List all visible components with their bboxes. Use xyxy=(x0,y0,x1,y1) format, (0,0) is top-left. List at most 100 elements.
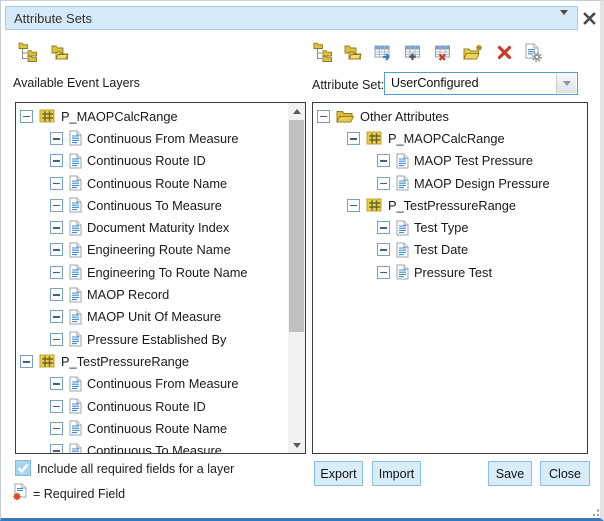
dialog-title: Attribute Sets xyxy=(6,11,92,26)
collapse-toggle-icon[interactable] xyxy=(377,177,390,190)
save-button[interactable]: Save xyxy=(488,461,532,486)
include-required-label: Include all required fields for a layer xyxy=(37,462,234,476)
tree-item-label: P_MAOPCalcRange xyxy=(61,109,178,124)
folder-new-icon xyxy=(463,44,483,61)
field-icon xyxy=(69,398,82,414)
collapse-toggle-icon[interactable] xyxy=(50,444,63,453)
tree-item[interactable]: Continuous From Measure xyxy=(16,127,288,149)
table-delete-button[interactable] xyxy=(432,41,454,63)
arrow-up-icon xyxy=(293,109,301,114)
collapse-folders-button[interactable] xyxy=(342,41,364,63)
collapse-toggle-icon[interactable] xyxy=(50,221,63,234)
tree-item[interactable]: Engineering To Route Name xyxy=(16,261,288,283)
collapse-toggle-icon[interactable] xyxy=(50,288,63,301)
chevron-down-icon xyxy=(560,10,568,32)
tree-item[interactable]: Continuous Route ID xyxy=(16,395,288,417)
doc-gear-button[interactable] xyxy=(522,41,544,63)
attribute-set-panel: Other Attributes P_MAOPCalcRange MAOP Te… xyxy=(312,102,588,454)
collapse-toggle-icon[interactable] xyxy=(377,243,390,256)
tree-item[interactable]: Continuous From Measure xyxy=(16,373,288,395)
export-button[interactable]: Export xyxy=(314,461,363,486)
tree-item-label: Continuous Route ID xyxy=(87,399,206,414)
tree-item[interactable]: Continuous To Measure xyxy=(16,439,288,453)
import-button[interactable]: Import xyxy=(372,461,421,486)
scroll-up-button[interactable] xyxy=(288,103,305,119)
close-dialog-button[interactable]: Close xyxy=(540,461,590,486)
tree-item[interactable]: Other Attributes xyxy=(313,105,587,127)
expand-tree-button[interactable] xyxy=(312,41,334,63)
collapse-toggle-icon[interactable] xyxy=(377,221,390,234)
collapse-toggle-icon[interactable] xyxy=(50,132,63,145)
tree-item[interactable]: P_MAOPCalcRange xyxy=(313,127,587,149)
collapse-toggle-icon[interactable] xyxy=(50,333,63,346)
collapse-toggle-icon[interactable] xyxy=(50,177,63,190)
field-icon xyxy=(69,331,82,347)
collapse-toggle-icon[interactable] xyxy=(347,199,360,212)
resize-grip[interactable] xyxy=(591,503,604,518)
tree-item[interactable]: MAOP Design Pressure xyxy=(313,172,587,194)
table-add-icon xyxy=(404,44,423,61)
field-icon xyxy=(69,420,82,436)
available-event-layers-panel: P_MAOPCalcRange Continuous From Measure … xyxy=(15,102,306,454)
attribute-set-combobox[interactable]: UserConfigured xyxy=(384,72,578,95)
tree-item[interactable]: Continuous Route ID xyxy=(16,150,288,172)
expand-tree-button[interactable] xyxy=(17,41,39,63)
table-add-button[interactable] xyxy=(402,41,424,63)
dialog-titlebar[interactable]: Attribute Sets xyxy=(5,6,578,30)
field-icon xyxy=(69,175,82,191)
tree-item[interactable]: Pressure Established By xyxy=(16,328,288,350)
tree-item[interactable]: Test Date xyxy=(313,239,587,261)
collapse-toggle-icon[interactable] xyxy=(50,243,63,256)
expand-tree-icon xyxy=(18,42,38,62)
tree-item[interactable]: Pressure Test xyxy=(313,261,587,283)
collapse-toggle-icon[interactable] xyxy=(347,132,360,145)
combobox-dropdown-button[interactable] xyxy=(556,74,576,93)
tree-item[interactable]: Continuous Route Name xyxy=(16,172,288,194)
collapse-toggle-icon[interactable] xyxy=(50,154,63,167)
collapse-toggle-icon[interactable] xyxy=(50,400,63,413)
include-required-checkbox[interactable] xyxy=(15,460,31,476)
scrollbar-thumb[interactable] xyxy=(289,120,304,332)
collapse-toggle-icon[interactable] xyxy=(50,310,63,323)
collapse-toggle-icon[interactable] xyxy=(50,266,63,279)
collapse-toggle-icon[interactable] xyxy=(377,266,390,279)
folder-new-button[interactable] xyxy=(462,41,484,63)
table-export-button[interactable] xyxy=(372,41,394,63)
collapse-folders-icon xyxy=(50,44,70,61)
tree-item-label: MAOP Test Pressure xyxy=(414,153,533,168)
field-icon xyxy=(69,309,82,325)
collapse-toggle-icon[interactable] xyxy=(50,377,63,390)
tree-item[interactable]: P_TestPressureRange xyxy=(16,350,288,372)
event-layer-icon xyxy=(39,353,56,369)
field-icon xyxy=(69,242,82,258)
collapse-toggle-icon[interactable] xyxy=(20,355,33,368)
tree-item[interactable]: P_MAOPCalcRange xyxy=(16,105,288,127)
scroll-down-button[interactable] xyxy=(288,437,305,453)
tree-item[interactable]: MAOP Unit Of Measure xyxy=(16,306,288,328)
event-layer-icon xyxy=(366,197,383,213)
field-icon xyxy=(69,443,82,453)
tree-item[interactable]: P_TestPressureRange xyxy=(313,194,587,216)
tree-item[interactable]: Continuous Route Name xyxy=(16,417,288,439)
field-icon xyxy=(69,153,82,169)
tree-item[interactable]: Test Type xyxy=(313,216,587,238)
tree-item[interactable]: Continuous To Measure xyxy=(16,194,288,216)
collapse-toggle-icon[interactable] xyxy=(317,110,330,123)
collapse-toggle-icon[interactable] xyxy=(377,154,390,167)
tree-item-label: MAOP Design Pressure xyxy=(414,176,550,191)
tree-item-label: MAOP Unit Of Measure xyxy=(87,309,221,324)
collapse-toggle-icon[interactable] xyxy=(50,422,63,435)
close-button[interactable] xyxy=(582,11,597,26)
field-icon xyxy=(396,264,409,280)
titlebar-menu-button[interactable] xyxy=(560,15,570,23)
tree-item[interactable]: MAOP Record xyxy=(16,283,288,305)
tree-item[interactable]: Document Maturity Index xyxy=(16,216,288,238)
collapse-folders-button[interactable] xyxy=(49,41,71,63)
collapse-toggle-icon[interactable] xyxy=(20,110,33,123)
tree-item[interactable]: MAOP Test Pressure xyxy=(313,150,587,172)
tree-item[interactable]: Engineering Route Name xyxy=(16,239,288,261)
tree-item-label: Test Type xyxy=(414,220,469,235)
vertical-scrollbar[interactable] xyxy=(288,103,305,453)
delete-x-button[interactable] xyxy=(493,41,515,63)
collapse-toggle-icon[interactable] xyxy=(50,199,63,212)
